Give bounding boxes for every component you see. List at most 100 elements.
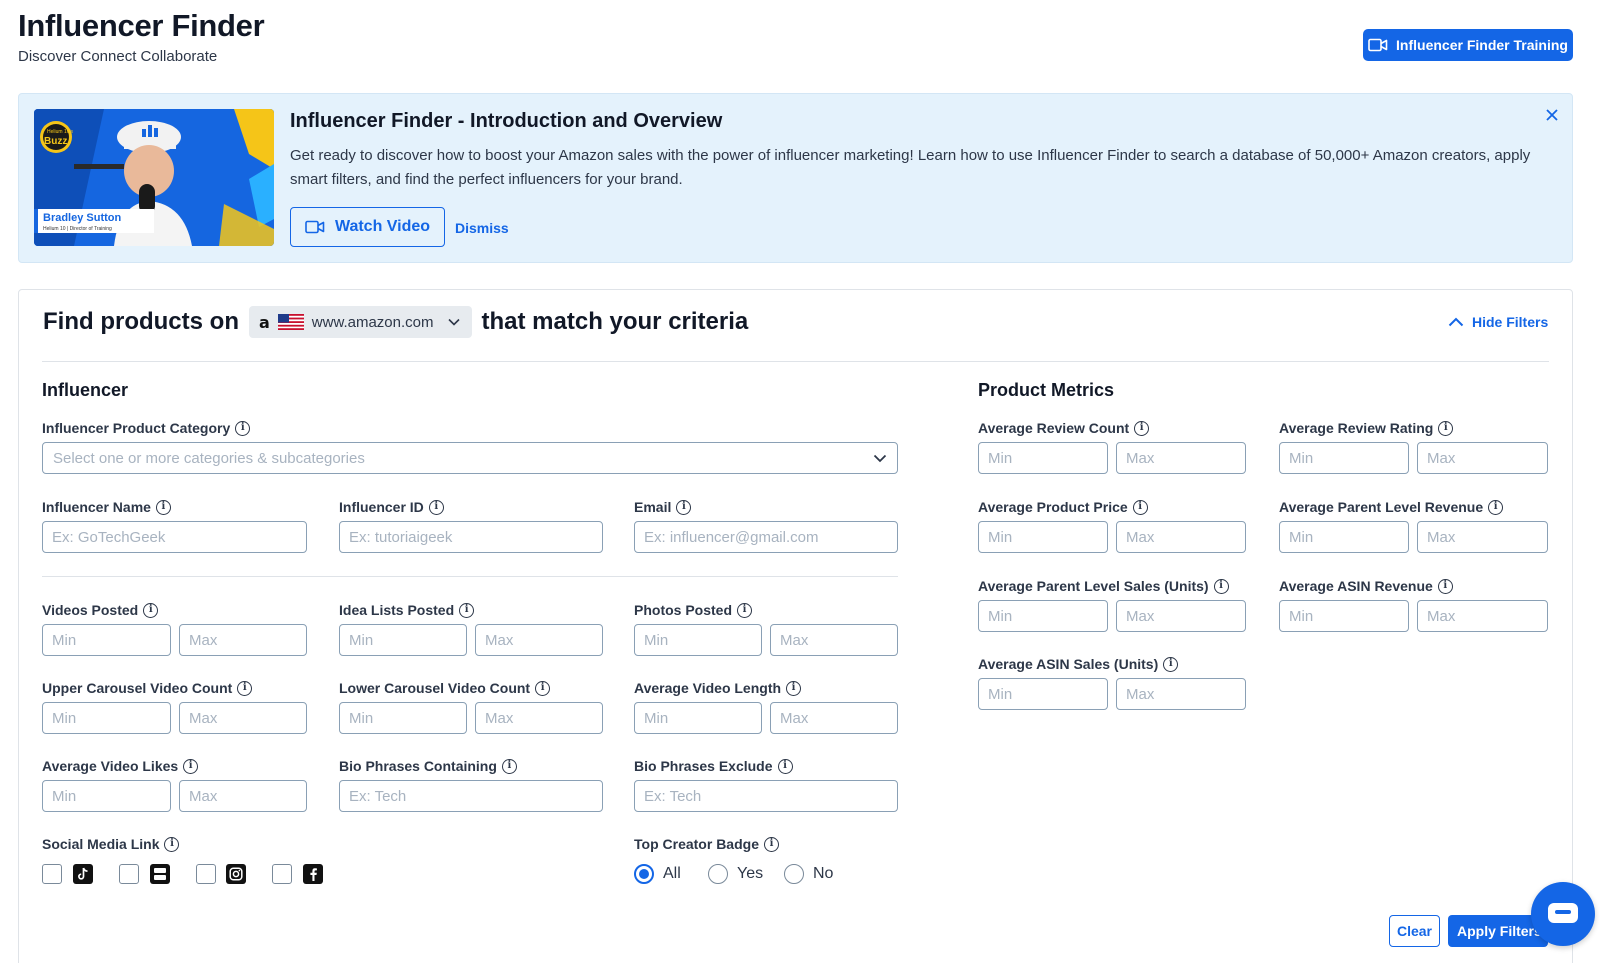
us-flag-icon <box>277 314 304 330</box>
social-media-label: Social Media Link i <box>42 836 180 852</box>
influencer-id-input[interactable] <box>339 521 603 553</box>
avg-video-length-min[interactable] <box>634 702 762 734</box>
avg-asin-sales-max[interactable] <box>1116 678 1246 710</box>
upper-carousel-min[interactable] <box>42 702 171 734</box>
info-icon: i <box>459 602 475 618</box>
avg-parent-revenue-max[interactable] <box>1417 521 1548 553</box>
avg-review-count-min[interactable] <box>978 442 1108 474</box>
info-icon: i <box>1132 499 1148 515</box>
marketplace-select[interactable]: a www.amazon.com <box>248 306 472 338</box>
top-creator-yes-label: Yes <box>737 865 764 882</box>
idea-lists-max[interactable] <box>475 624 603 656</box>
instagram-checkbox[interactable] <box>196 864 216 884</box>
idea-lists-min[interactable] <box>339 624 467 656</box>
info-icon: i <box>155 499 171 515</box>
bio-exclude-label: Bio Phrases Exclude i <box>634 758 793 774</box>
amazon-logo-icon: a <box>258 312 270 332</box>
photos-posted-label: Photos Posted i <box>634 602 753 618</box>
chevron-down-icon <box>447 318 460 326</box>
avg-product-price-min[interactable] <box>978 521 1108 553</box>
avg-parent-revenue-label: Average Parent Level Revenue i <box>1279 499 1504 515</box>
thumbnail-badge: Buzz <box>44 136 68 147</box>
card-divider <box>42 361 1549 362</box>
avg-asin-revenue-min[interactable] <box>1279 600 1409 632</box>
avg-asin-revenue-max[interactable] <box>1417 600 1548 632</box>
avg-asin-revenue-label: Average ASIN Revenue i <box>1279 578 1453 594</box>
lower-carousel-max[interactable] <box>475 702 603 734</box>
chat-icon[interactable] <box>1531 882 1595 946</box>
heading-suffix: that match your criteria <box>481 308 749 335</box>
hide-filters-label: Hide Filters <box>1472 314 1549 330</box>
photos-posted-max[interactable] <box>770 624 898 656</box>
thumbnail-badge-small: Helium 10's <box>47 129 73 135</box>
avg-video-likes-max[interactable] <box>179 780 307 812</box>
avg-review-rating-max[interactable] <box>1417 442 1548 474</box>
category-placeholder: Select one or more categories & subcateg… <box>53 449 365 467</box>
avg-review-count-label: Average Review Count i <box>978 420 1150 436</box>
chevron-down-icon <box>873 454 887 462</box>
info-icon: i <box>1488 499 1504 515</box>
close-icon[interactable] <box>1546 105 1558 126</box>
avg-asin-sales-min[interactable] <box>978 678 1108 710</box>
avg-asin-sales-label: Average ASIN Sales (Units) i <box>978 656 1179 672</box>
dismiss-link[interactable]: Dismiss <box>455 220 509 236</box>
facebook-checkbox[interactable] <box>272 864 292 884</box>
video-camera-icon <box>1368 38 1388 52</box>
tiktok-checkbox[interactable] <box>42 864 62 884</box>
avg-parent-revenue-min[interactable] <box>1279 521 1409 553</box>
influencer-section-title: Influencer <box>42 380 129 400</box>
avg-review-rating-min[interactable] <box>1279 442 1409 474</box>
hide-filters-toggle[interactable]: Hide Filters <box>1448 314 1548 330</box>
watch-video-label: Watch Video <box>334 218 431 235</box>
info-icon: i <box>763 836 779 852</box>
influencer-finder-training-button[interactable]: Influencer Finder Training <box>1363 29 1573 61</box>
avg-product-price-max[interactable] <box>1116 521 1246 553</box>
videos-posted-label: Videos Posted i <box>42 602 159 618</box>
top-creator-yes-radio[interactable] <box>708 864 728 884</box>
info-icon: i <box>777 758 793 774</box>
avg-video-length-max[interactable] <box>770 702 898 734</box>
info-icon: i <box>1163 656 1179 672</box>
top-creator-label: Top Creator Badge i <box>634 836 779 852</box>
video-camera-icon <box>305 220 325 234</box>
clear-button[interactable]: Clear <box>1389 915 1440 947</box>
influencer-id-label: Influencer ID i <box>339 499 444 515</box>
info-icon: i <box>1134 420 1150 436</box>
heading-prefix: Find products on <box>43 308 239 335</box>
email-input[interactable] <box>634 521 898 553</box>
upper-carousel-max[interactable] <box>179 702 307 734</box>
presenter-role: Helium 10 | Director of Training <box>43 226 112 232</box>
video-thumbnail[interactable]: Buzz Helium 10's Bradley Sutton Helium 1… <box>34 109 274 246</box>
info-icon: i <box>1213 578 1229 594</box>
avg-parent-sales-max[interactable] <box>1116 600 1246 632</box>
avg-parent-sales-min[interactable] <box>978 600 1108 632</box>
top-creator-no-radio[interactable] <box>784 864 804 884</box>
photos-posted-min[interactable] <box>634 624 762 656</box>
avg-video-likes-min[interactable] <box>42 780 171 812</box>
videos-posted-max[interactable] <box>179 624 307 656</box>
bio-containing-label: Bio Phrases Containing i <box>339 758 517 774</box>
avg-review-count-max[interactable] <box>1116 442 1246 474</box>
info-icon: i <box>535 680 551 696</box>
category-label: Influencer Product Category i <box>42 420 251 436</box>
category-select[interactable]: Select one or more categories & subcateg… <box>42 442 898 474</box>
product-metrics-title: Product Metrics <box>978 380 1115 400</box>
email-label: Email i <box>634 499 692 515</box>
watch-video-button[interactable]: Watch Video <box>290 207 445 247</box>
lower-carousel-min[interactable] <box>339 702 467 734</box>
top-creator-all-radio[interactable] <box>634 864 654 884</box>
bio-containing-input[interactable] <box>339 780 603 812</box>
youtube-checkbox[interactable] <box>119 864 139 884</box>
page-title: Influencer Finder <box>18 8 265 43</box>
lower-carousel-label: Lower Carousel Video Count i <box>339 680 551 696</box>
influencer-divider <box>42 576 898 577</box>
info-icon: i <box>235 420 251 436</box>
tiktok-icon <box>73 864 93 884</box>
info-icon: i <box>786 680 802 696</box>
info-icon: i <box>183 758 199 774</box>
videos-posted-min[interactable] <box>42 624 171 656</box>
presenter-name: Bradley Sutton <box>43 212 122 224</box>
bio-exclude-input[interactable] <box>634 780 898 812</box>
influencer-name-input[interactable] <box>42 521 307 553</box>
influencer-name-label: Influencer Name i <box>42 499 171 515</box>
